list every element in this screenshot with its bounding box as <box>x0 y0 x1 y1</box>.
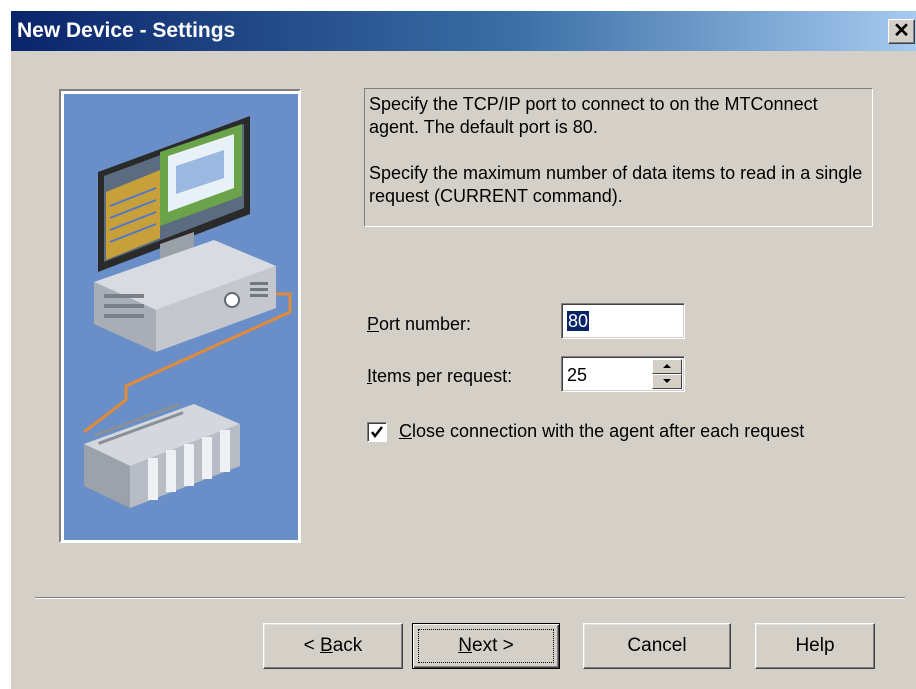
items-per-request-label: Items per request: <box>367 366 512 387</box>
description-items: Specify the maximum number of data items… <box>369 163 863 206</box>
port-number-value: 80 <box>567 311 590 331</box>
back-button-mnemonic: B <box>320 635 333 656</box>
arrow-down-icon <box>663 379 671 383</box>
cancel-button[interactable]: Cancel <box>583 623 731 669</box>
dialog-window: New Device - Settings ✕ Specify the TCP/… <box>10 10 916 689</box>
arrow-up-icon <box>663 364 671 368</box>
help-button[interactable]: Help <box>755 623 875 669</box>
cancel-button-label: Cancel <box>627 635 687 656</box>
close-button[interactable]: ✕ <box>888 19 915 44</box>
checkmark-icon <box>371 426 383 438</box>
items-per-request-value: 25 <box>567 365 588 385</box>
port-number-input[interactable]: 80 <box>561 303 685 339</box>
spin-up-button[interactable] <box>652 359 682 374</box>
port-number-label: Port number: <box>367 314 471 335</box>
computer-and-plc-illustration <box>64 94 298 540</box>
close-connection-label-text: lose connection with the agent after eac… <box>412 421 805 441</box>
focus-rect <box>418 629 554 663</box>
spin-buttons <box>652 359 682 389</box>
port-number-label-text: ort number: <box>379 314 472 334</box>
window-title: New Device - Settings <box>17 19 236 42</box>
wizard-illustration <box>59 89 301 543</box>
spin-down-button[interactable] <box>652 374 682 389</box>
help-button-label: Help <box>795 635 835 656</box>
description-box: Specify the TCP/IP port to connect to on… <box>364 88 873 227</box>
close-connection-label[interactable]: Close connection with the agent after ea… <box>399 421 804 442</box>
back-button-prefix: < <box>303 635 321 656</box>
items-per-request-stepper[interactable]: 25 <box>561 356 685 392</box>
button-divider <box>35 597 905 599</box>
items-per-request-label-text: tems per request: <box>372 366 513 386</box>
description-port: Specify the TCP/IP port to connect to on… <box>369 94 818 137</box>
close-icon: ✕ <box>893 20 910 42</box>
port-number-mnemonic: P <box>367 314 380 334</box>
title-bar[interactable]: New Device - Settings ✕ <box>11 11 916 51</box>
close-connection-checkbox[interactable] <box>367 422 387 442</box>
back-button-label: ack <box>332 635 363 656</box>
back-button[interactable]: < Back <box>263 623 403 669</box>
close-connection-mnemonic: C <box>399 421 412 441</box>
next-button[interactable]: Next > <box>412 623 560 669</box>
